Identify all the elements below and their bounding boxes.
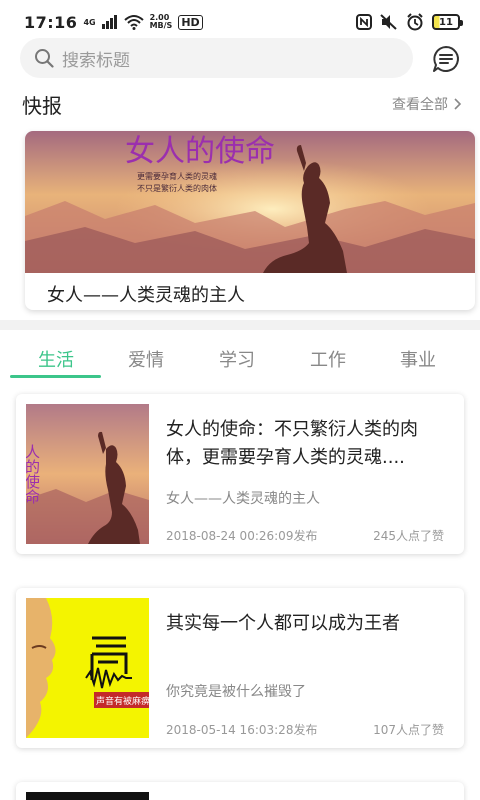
battery-level: 11 (439, 16, 453, 28)
article-likes: 245人点了赞 (373, 529, 444, 543)
banner-caption: 女人——人类灵魂的主人 (47, 285, 245, 306)
wifi-icon (123, 15, 144, 30)
article-thumbnail: 人的使命 (26, 404, 149, 544)
thumbnail-text-2: 声音有被麻痹 (96, 695, 149, 707)
tab-study[interactable]: 学习 (197, 346, 277, 372)
article-thumbnail: 声音有被麻痹 (26, 598, 149, 738)
nfc-icon (356, 14, 372, 30)
network-generation: 4G (83, 17, 96, 27)
thumbnail-image-2: 声音有被麻痹 (26, 598, 149, 738)
article-thumbnail (26, 792, 149, 800)
status-time: 17:16 (24, 12, 78, 32)
search-icon (35, 49, 54, 68)
mute-icon (380, 14, 397, 30)
search-input[interactable]: 搜索标题 (62, 46, 130, 71)
network-speed: 2.00 MB/S (150, 14, 173, 30)
search-bar[interactable]: 搜索标题 (20, 38, 413, 78)
article-subtitle: 你究竟是被什么摧毁了 (166, 684, 306, 700)
tab-love[interactable]: 爱情 (106, 346, 186, 372)
app-screen: 17:16 4G 2.00 MB/S HD 11 搜索标题 快报 查看全部 女人… (0, 0, 480, 800)
article-date: 2018-05-14 16:03:28发布 (166, 723, 318, 737)
banner-image: 女人的使命 更需要孕育人类的灵魂 不只是繁衍人类的肉体 (25, 131, 475, 273)
kuaibao-title: 快报 (22, 94, 62, 118)
view-all-link[interactable]: 查看全部 (392, 94, 462, 114)
thumbnail-text-1: 人的使命 (26, 444, 41, 504)
banner-art-sub2: 不只是繁衍人类的肉体 (137, 183, 217, 193)
article-date: 2018-08-24 00:26:09发布 (166, 529, 318, 543)
message-icon[interactable] (431, 44, 461, 74)
network-speed-unit: MB/S (149, 21, 173, 30)
signal-icon (101, 15, 117, 29)
tab-life[interactable]: 生活 (16, 346, 96, 372)
news-banner[interactable]: 女人的使命 更需要孕育人类的灵魂 不只是繁衍人类的肉体 女人——人类灵魂的主人 (25, 131, 475, 310)
section-divider (0, 320, 480, 330)
status-left: 17:16 4G 2.00 MB/S HD (24, 13, 203, 32)
tab-career[interactable]: 事业 (378, 346, 458, 372)
tab-work[interactable]: 工作 (288, 346, 368, 372)
battery-icon: 11 (432, 14, 463, 30)
article-title: 其实每一个人都可以成为王者 (166, 613, 400, 634)
banner-art-sub1: 更需要孕育人类的灵魂 (137, 171, 217, 181)
article-card-partial[interactable] (16, 782, 464, 800)
article-card[interactable]: 声音有被麻痹 其实每一个人都可以成为王者 你究竟是被什么摧毁了 2018-05-… (16, 588, 464, 748)
banner-art-title: 女人的使命 (125, 134, 275, 169)
hd-badge: HD (178, 14, 203, 30)
view-all-label: 查看全部 (392, 97, 448, 113)
article-subtitle: 女人——人类灵魂的主人 (166, 491, 320, 507)
category-tabs: 生活 爱情 学习 工作 事业 (0, 338, 480, 378)
article-card[interactable]: 人的使命 女人的使命：不只繁衍人类的肉体，更需要孕育人类的灵魂.... 女人——… (16, 394, 464, 554)
article-title: 女人的使命：不只繁衍人类的肉体，更需要孕育人类的灵魂.... (166, 419, 418, 468)
article-likes: 107人点了赞 (373, 723, 444, 737)
tab-indicator (10, 375, 101, 378)
status-right: 11 (356, 13, 463, 31)
thumbnail-image-1: 人的使命 (26, 404, 149, 544)
chevron-right-icon (454, 98, 462, 110)
alarm-icon (407, 13, 423, 31)
